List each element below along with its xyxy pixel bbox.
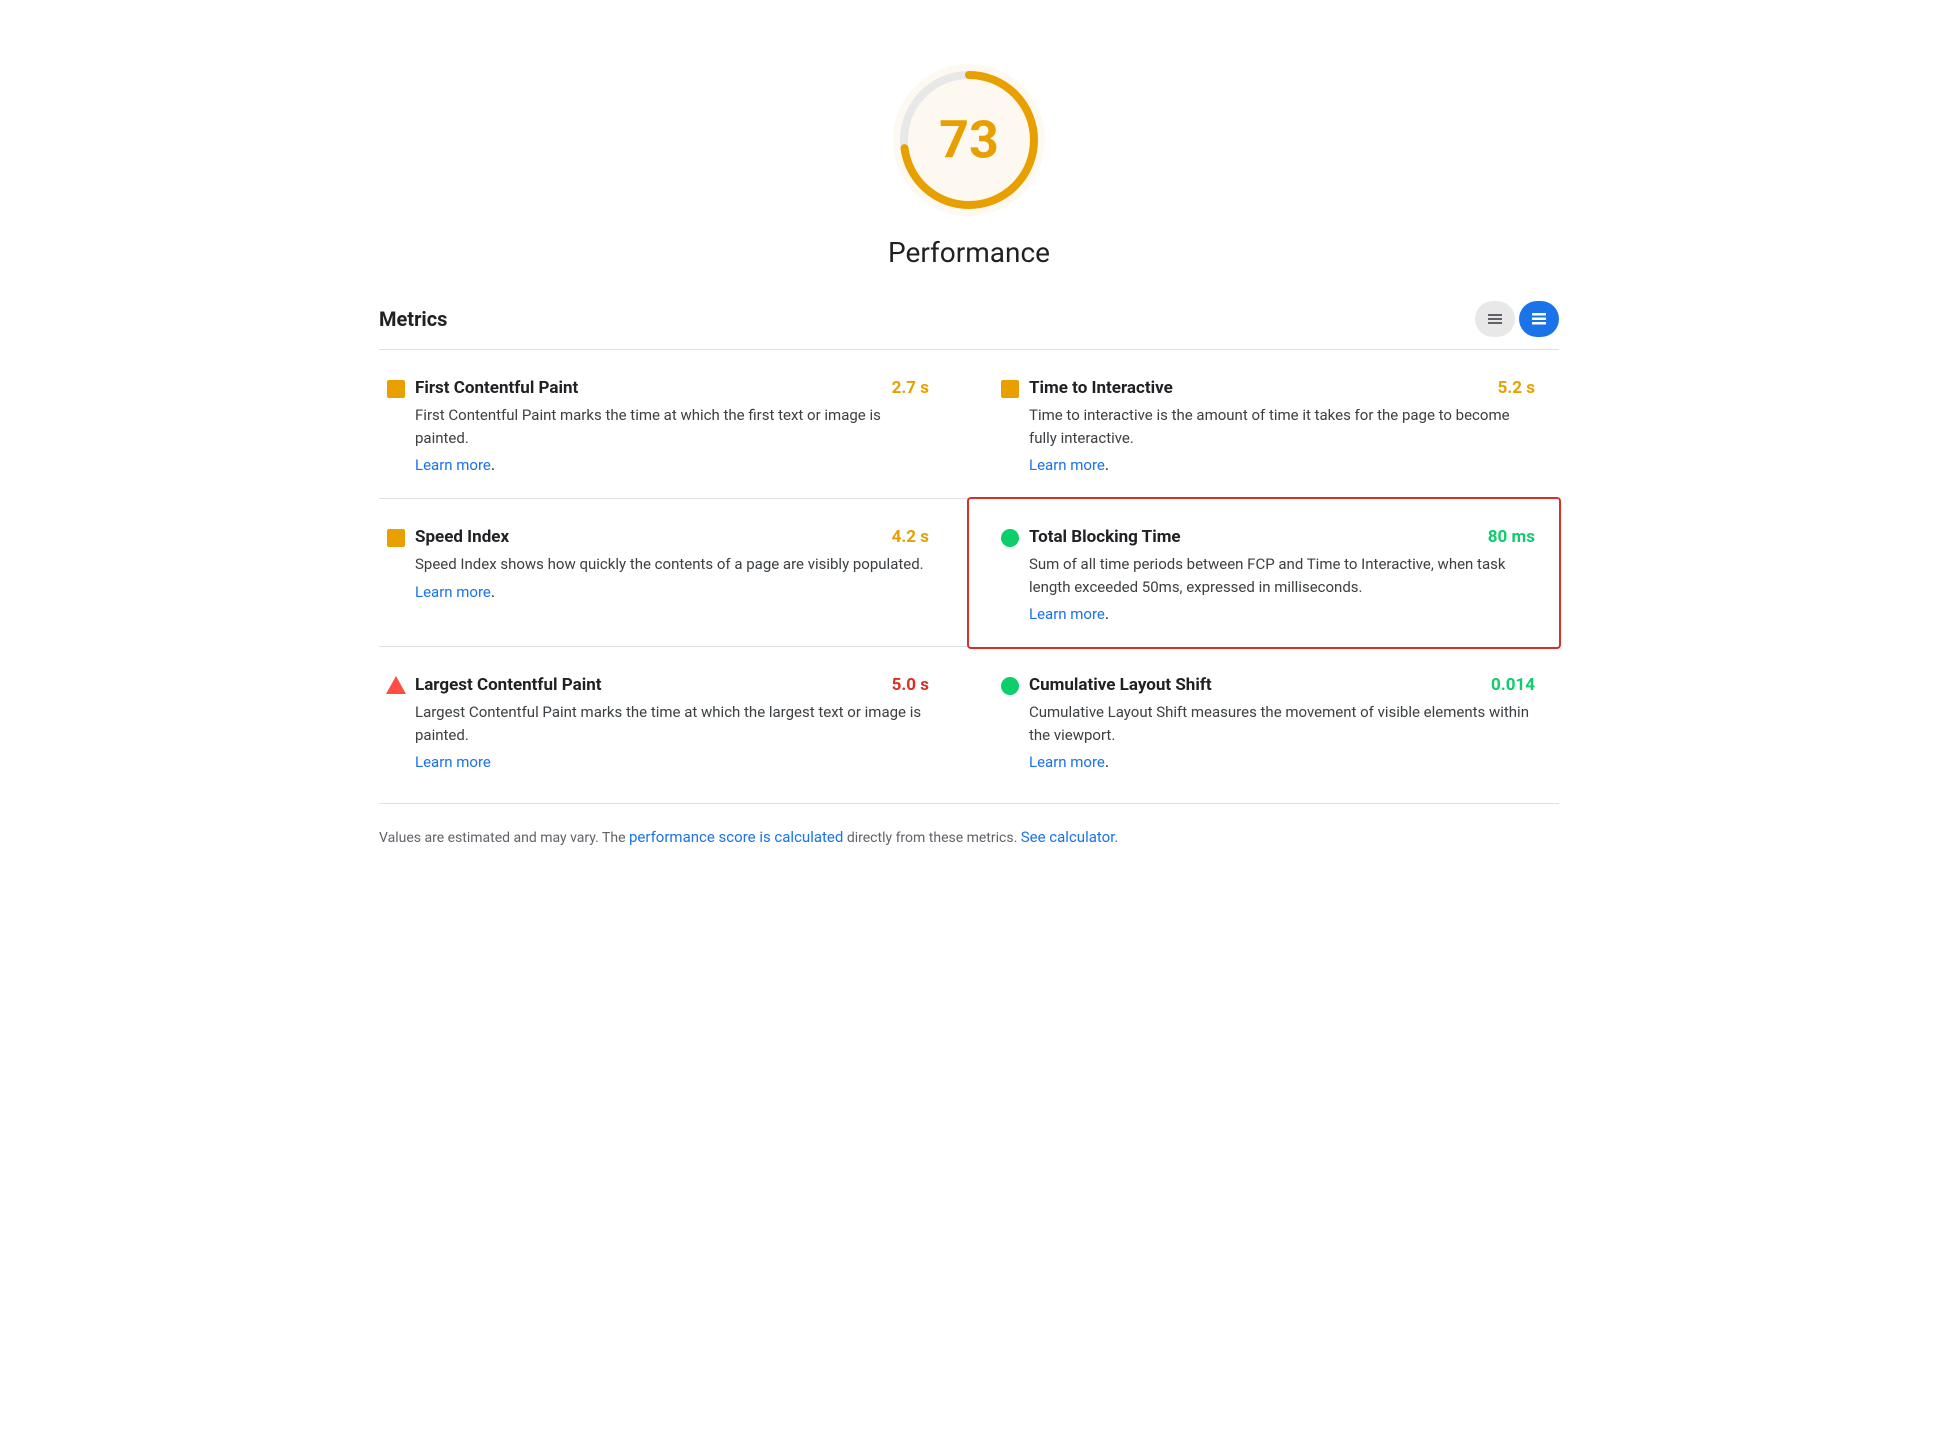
metrics-grid: First Contentful Paint 2.7 s First Conte… [379, 350, 1559, 795]
si-name: Speed Index [415, 527, 509, 547]
tti-desc: Time to interactive is the amount of tim… [1001, 404, 1535, 449]
perf-score-link[interactable]: performance score is calculated [629, 828, 843, 846]
score-value: 73 [939, 110, 999, 171]
metric-si: Speed Index 4.2 s Speed Index shows how … [379, 499, 969, 647]
score-circle: 73 [889, 60, 1049, 220]
detail-icon [1530, 310, 1548, 328]
footer: Values are estimated and may vary. The p… [379, 803, 1559, 862]
metric-si-header: Speed Index 4.2 s [387, 527, 929, 547]
tti-value: 5.2 s [1498, 378, 1535, 398]
fcp-icon [387, 380, 405, 398]
fcp-name: First Contentful Paint [415, 378, 578, 398]
list-view-button[interactable] [1475, 301, 1515, 337]
si-desc: Speed Index shows how quickly the conten… [387, 553, 929, 576]
tti-name: Time to Interactive [1029, 378, 1173, 398]
tti-learn-more[interactable]: Learn more [1029, 456, 1105, 474]
cls-learn-more[interactable]: Learn more [1029, 753, 1105, 771]
metric-tbt: Total Blocking Time 80 ms Sum of all tim… [967, 497, 1561, 649]
metric-tbt-header: Total Blocking Time 80 ms [1001, 527, 1535, 547]
tti-icon [1001, 380, 1019, 398]
see-calculator-link[interactable]: See calculator. [1021, 828, 1119, 846]
metrics-header: Metrics [379, 301, 1559, 350]
lcp-name: Largest Contentful Paint [415, 675, 602, 695]
tbt-name: Total Blocking Time [1029, 527, 1181, 547]
fcp-desc: First Contentful Paint marks the time at… [387, 404, 929, 449]
list-icon [1486, 310, 1504, 328]
metrics-controls [1475, 301, 1559, 337]
metric-tti-header: Time to Interactive 5.2 s [1001, 378, 1535, 398]
footer-middle: directly from these metrics. [843, 830, 1020, 846]
metric-fcp: First Contentful Paint 2.7 s First Conte… [379, 350, 969, 499]
lcp-learn-more[interactable]: Learn more [415, 753, 491, 771]
metric-fcp-header: First Contentful Paint 2.7 s [387, 378, 929, 398]
lcp-value: 5.0 s [892, 675, 929, 695]
metric-lcp: Largest Contentful Paint 5.0 s Largest C… [379, 647, 969, 795]
si-learn-more[interactable]: Learn more [415, 583, 491, 601]
metric-lcp-header: Largest Contentful Paint 5.0 s [387, 675, 929, 695]
fcp-learn-more[interactable]: Learn more [415, 456, 491, 474]
metric-cls-header: Cumulative Layout Shift 0.014 [1001, 675, 1535, 695]
si-value: 4.2 s [892, 527, 929, 547]
cls-name: Cumulative Layout Shift [1029, 675, 1212, 695]
lcp-icon [386, 676, 406, 694]
tbt-icon [1001, 529, 1019, 547]
metric-cls: Cumulative Layout Shift 0.014 Cumulative… [969, 647, 1559, 795]
detail-view-button[interactable] [1519, 301, 1559, 337]
cls-value: 0.014 [1491, 675, 1535, 695]
score-label: Performance [888, 236, 1050, 269]
score-section: 73 Performance [379, 40, 1559, 269]
tbt-desc: Sum of all time periods between FCP and … [1001, 553, 1535, 598]
lcp-desc: Largest Contentful Paint marks the time … [387, 701, 929, 746]
footer-prefix: Values are estimated and may vary. The [379, 830, 629, 846]
cls-icon [1001, 677, 1019, 695]
cls-desc: Cumulative Layout Shift measures the mov… [1001, 701, 1535, 746]
metrics-title: Metrics [379, 307, 447, 331]
tbt-learn-more[interactable]: Learn more [1029, 605, 1105, 623]
si-icon [387, 529, 405, 547]
fcp-value: 2.7 s [892, 378, 929, 398]
tbt-value: 80 ms [1488, 527, 1535, 547]
metric-tti: Time to Interactive 5.2 s Time to intera… [969, 350, 1559, 499]
